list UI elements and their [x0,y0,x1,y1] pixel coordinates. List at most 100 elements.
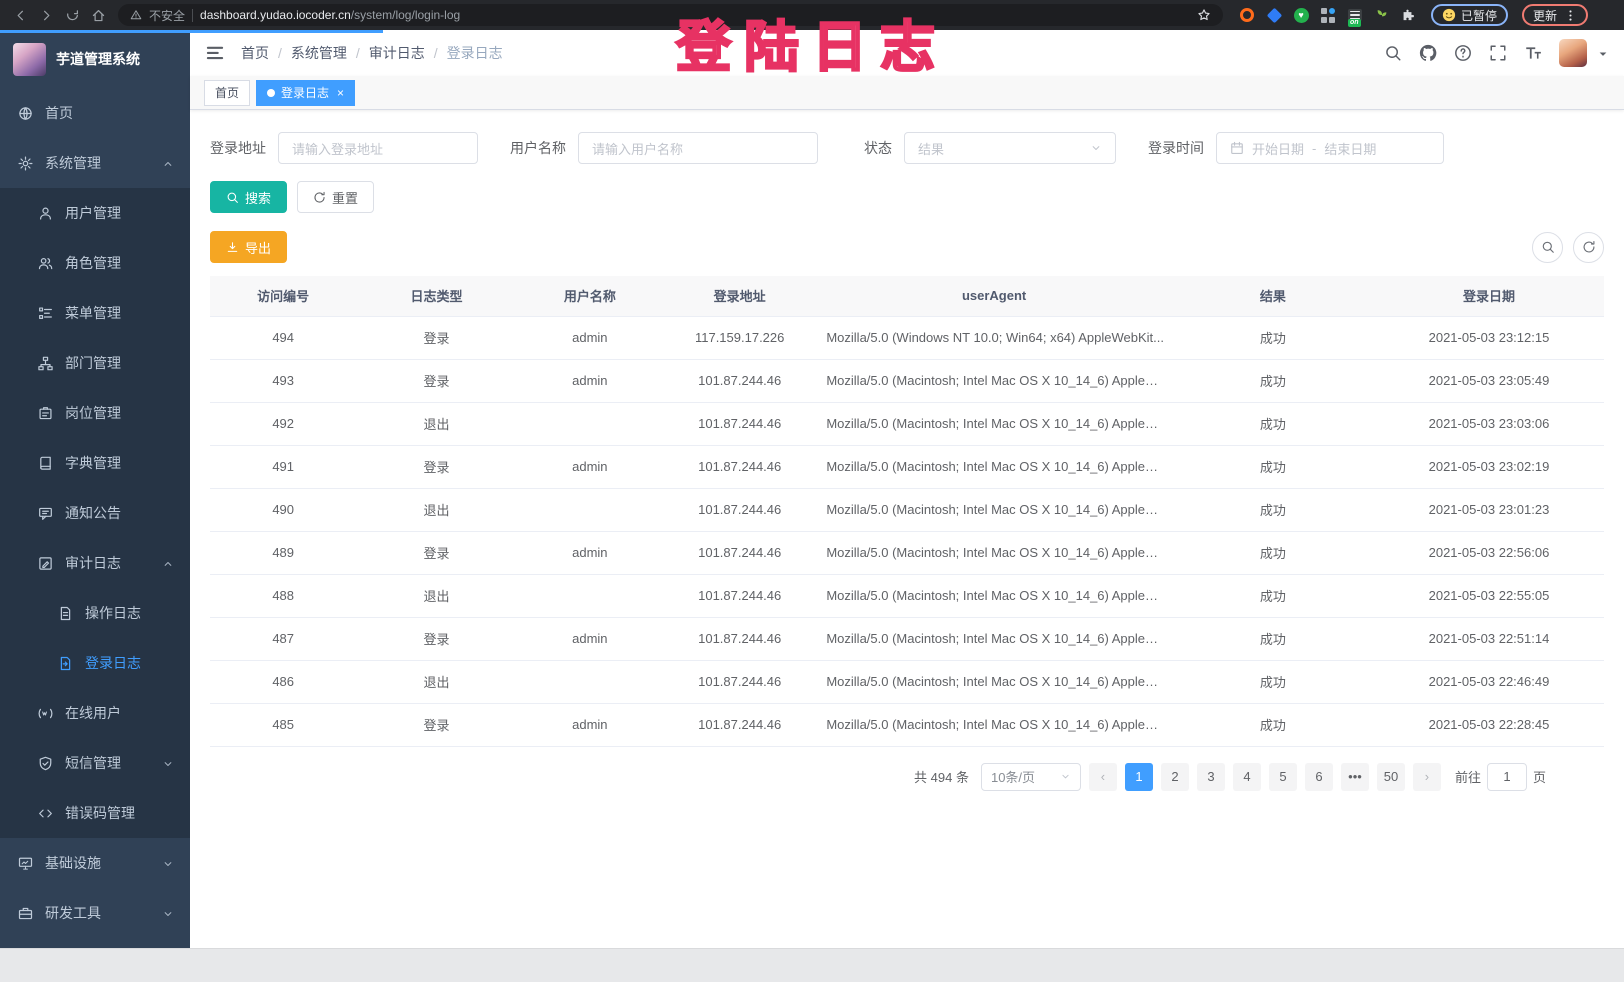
security-warning-label[interactable]: 不安全 [149,7,185,24]
sidebar-item-岗位管理[interactable]: 岗位管理 [0,388,190,438]
extension-sprout-icon[interactable] [1374,7,1390,23]
browser-reload-icon[interactable] [60,3,84,27]
sidebar-item-错误码管理[interactable]: 错误码管理 [0,788,190,838]
page-button-50[interactable]: 50 [1377,763,1405,791]
update-button[interactable]: 更新 [1522,4,1588,26]
username-input[interactable]: 请输入用户名称 [578,132,818,164]
table-row[interactable]: 487登录admin101.87.244.46Mozilla/5.0 (Maci… [210,617,1604,660]
horizontal-scrollbar[interactable] [0,948,1624,982]
download-icon [226,241,239,254]
sidebar-item-基础设施[interactable]: 基础设施 [0,838,190,888]
security-warning-icon[interactable] [130,9,142,21]
page-ellipsis-button[interactable]: ••• [1341,763,1369,791]
refresh-table-button[interactable] [1573,232,1604,263]
date-separator: - [1312,141,1316,156]
extension-green-icon[interactable]: ♥ [1293,7,1309,23]
user-avatar[interactable] [1559,39,1587,67]
breadcrumb-system[interactable]: 系统管理 [291,43,347,63]
goto-page-input[interactable]: 1 [1487,763,1527,791]
sidebar-item-登录日志[interactable]: 登录日志 [0,638,190,688]
breadcrumb-home[interactable]: 首页 [241,43,269,63]
fullscreen-icon[interactable] [1489,44,1507,62]
browser-home-icon[interactable] [86,3,110,27]
page-button-2[interactable]: 2 [1161,763,1189,791]
help-icon[interactable] [1454,44,1472,62]
sidebar-item-通知公告[interactable]: 通知公告 [0,488,190,538]
tab-close-icon[interactable]: × [337,86,344,100]
paused-badge[interactable]: 已暂停 [1431,4,1508,26]
github-icon[interactable] [1419,44,1437,62]
breadcrumb-audit[interactable]: 审计日志 [369,43,425,63]
sidebar-item-字典管理[interactable]: 字典管理 [0,438,190,488]
hamburger-icon[interactable] [205,43,225,63]
search-button[interactable]: 搜索 [210,181,287,213]
table-cell: 117.159.17.226 [663,316,816,359]
table-cell: 488 [210,574,356,617]
reset-button[interactable]: 重置 [297,181,374,213]
table-cell: 登录 [356,617,516,660]
sidebar-item-研发工具[interactable]: 研发工具 [0,888,190,938]
page-button-3[interactable]: 3 [1197,763,1225,791]
export-button[interactable]: 导出 [210,231,287,263]
tab-home[interactable]: 首页 [204,80,250,106]
sidebar-item-系统管理[interactable]: 系统管理 [0,138,190,188]
sidebar-item-菜单管理[interactable]: 菜单管理 [0,288,190,338]
browser-back-icon[interactable] [8,3,32,27]
table-row[interactable]: 493登录admin101.87.244.46Mozilla/5.0 (Maci… [210,359,1604,402]
table-cell: 101.87.244.46 [663,703,816,746]
sidebar-item-短信管理[interactable]: 短信管理 [0,738,190,788]
login-address-input[interactable]: 请输入登录地址 [278,132,478,164]
sidebar-item-label: 字典管理 [65,453,121,473]
sidebar-item-在线用户[interactable]: 在线用户 [0,688,190,738]
sidebar-logo[interactable]: 芋道管理系统 [0,30,190,88]
table-row[interactable]: 491登录admin101.87.244.46Mozilla/5.0 (Maci… [210,445,1604,488]
bookmark-star-icon[interactable] [1197,8,1211,22]
browser-menu-icon[interactable] [1564,9,1577,22]
table-cell: 成功 [1172,660,1374,703]
next-page-button[interactable]: › [1413,763,1441,791]
table-cell: Mozilla/5.0 (Macintosh; Intel Mac OS X 1… [816,531,1171,574]
extension-gem-icon[interactable] [1266,7,1282,23]
table-cell: 2021-05-03 23:03:06 [1374,402,1604,445]
sidebar-item-审计日志[interactable]: 审计日志 [0,538,190,588]
sidebar-item-用户管理[interactable]: 用户管理 [0,188,190,238]
toggle-search-button[interactable] [1532,232,1563,263]
sidebar-item-部门管理[interactable]: 部门管理 [0,338,190,388]
table-row[interactable]: 490退出101.87.244.46Mozilla/5.0 (Macintosh… [210,488,1604,531]
table-row[interactable]: 486退出101.87.244.46Mozilla/5.0 (Macintosh… [210,660,1604,703]
table-row[interactable]: 485登录admin101.87.244.46Mozilla/5.0 (Maci… [210,703,1604,746]
extension-grid-icon[interactable] [1320,7,1336,23]
address-bar[interactable]: 不安全 dashboard.yudao.iocoder.cn/system/lo… [118,4,1223,26]
page-loading-progress-bar [0,30,383,33]
table-row[interactable]: 488退出101.87.244.46Mozilla/5.0 (Macintosh… [210,574,1604,617]
page-size-select[interactable]: 10条/页 [981,763,1081,791]
page-button-1[interactable]: 1 [1125,763,1153,791]
prev-page-button[interactable]: ‹ [1089,763,1117,791]
page-button-6[interactable]: 6 [1305,763,1333,791]
avatar-caret-down-icon[interactable] [1597,47,1609,59]
username-label: 用户名称 [510,138,566,158]
url-text[interactable]: dashboard.yudao.iocoder.cn/system/log/lo… [200,8,460,22]
table-row[interactable]: 494登录admin117.159.17.226Mozilla/5.0 (Win… [210,316,1604,359]
sidebar-item-首页[interactable]: 首页 [0,88,190,138]
sidebar-item-label: 短信管理 [65,753,121,773]
chevron-down-icon [162,757,174,769]
tab-login-log[interactable]: 登录日志 × [256,80,355,106]
table-row[interactable]: 492退出101.87.244.46Mozilla/5.0 (Macintosh… [210,402,1604,445]
header-search-icon[interactable] [1384,44,1402,62]
extension-orange-icon[interactable] [1239,7,1255,23]
page-button-4[interactable]: 4 [1233,763,1261,791]
font-size-icon[interactable] [1524,44,1542,62]
table-cell: 2021-05-03 23:02:19 [1374,445,1604,488]
extensions-puzzle-icon[interactable] [1401,7,1417,23]
sidebar-item-角色管理[interactable]: 角色管理 [0,238,190,288]
status-select[interactable]: 结果 [904,132,1116,164]
table-row[interactable]: 489登录admin101.87.244.46Mozilla/5.0 (Maci… [210,531,1604,574]
extension-list-icon[interactable]: on [1347,7,1363,23]
table-cell: 成功 [1172,531,1374,574]
browser-forward-icon[interactable] [34,3,58,27]
audit-log-icon [38,556,53,571]
sidebar-item-操作日志[interactable]: 操作日志 [0,588,190,638]
login-time-range-picker[interactable]: 开始日期 - 结束日期 [1216,132,1444,164]
page-button-5[interactable]: 5 [1269,763,1297,791]
